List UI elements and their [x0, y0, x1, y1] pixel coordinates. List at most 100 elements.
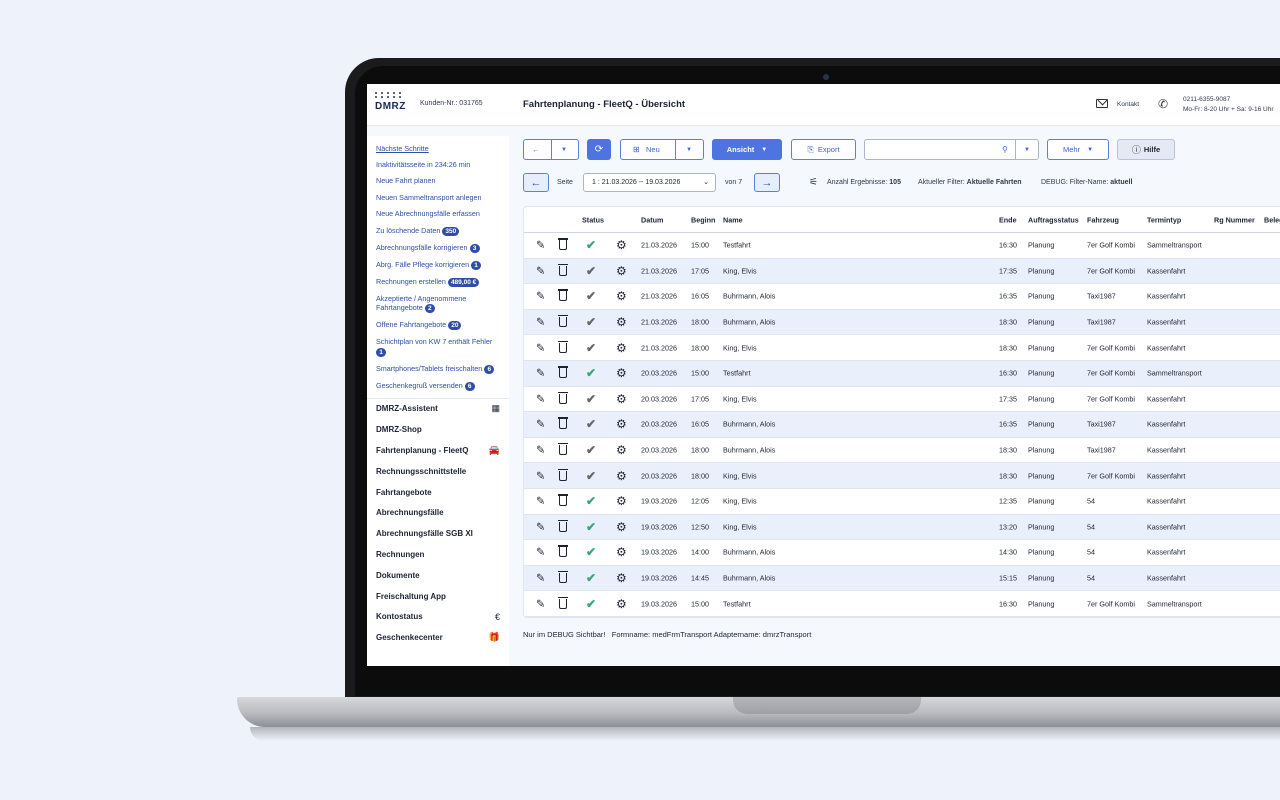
table-row[interactable]: ✎ ✔ ⚙ 20.03.2026 16:05 Buhrmann, Alois 16:35 Pl… [524, 412, 1280, 438]
settings-icon[interactable]: ⚙ [616, 545, 627, 559]
settings-icon[interactable]: ⚙ [616, 341, 627, 355]
delete-icon[interactable] [558, 315, 568, 328]
sidebar-item-rechnungen[interactable]: Rechnungen [376, 544, 500, 565]
edit-icon[interactable]: ✎ [536, 418, 545, 431]
chevron-down-icon[interactable]: ▼ [561, 147, 567, 153]
more-dropdown-button[interactable]: Mehr ▼ [1047, 139, 1109, 160]
table-row[interactable]: ✎ ✔ ⚙ 19.03.2026 15:00 Testfahrt 16:30 Planung 7… [524, 591, 1280, 617]
help-button[interactable]: ⓘ Hilfe [1117, 139, 1175, 160]
sidebar-item-freischaltung-app[interactable]: Freischaltung App [376, 586, 500, 607]
col-status[interactable]: Status [582, 215, 604, 224]
new-button-label[interactable]: Neu [646, 145, 660, 154]
table-row[interactable]: ✎ ✔ ⚙ 19.03.2026 14:45 Buhrmann, Alois 15:15 Pl… [524, 565, 1280, 592]
delete-icon[interactable] [558, 596, 568, 609]
search-box[interactable]: ⚲ ▼ [864, 139, 1039, 160]
next-step-link[interactable]: Zu löschende Daten 350 [376, 226, 500, 236]
contact-link[interactable]: Kontakt [1117, 101, 1139, 108]
delete-icon[interactable] [558, 289, 568, 302]
delete-icon[interactable] [558, 443, 568, 456]
sidebar-item-kontostatus[interactable]: Kontostatus € [376, 606, 500, 627]
sidebar-item-abrechnungsfälle-sgb-xi[interactable]: Abrechnungsfälle SGB XI [376, 523, 500, 544]
chevron-down-icon[interactable]: ▼ [686, 147, 692, 153]
settings-icon[interactable]: ⚙ [616, 392, 627, 406]
col-auftragsstatus[interactable]: Auftragsstatus [1028, 215, 1079, 224]
search-icon[interactable]: ⚲ [1002, 145, 1008, 154]
delete-icon[interactable] [558, 417, 568, 430]
next-page-button[interactable]: → [754, 173, 780, 192]
edit-icon[interactable]: ✎ [536, 239, 545, 252]
dmrz-logo[interactable]: DMRZ [375, 90, 409, 120]
search-input[interactable] [869, 143, 1009, 156]
edit-icon[interactable]: ✎ [536, 290, 545, 303]
next-step-link[interactable]: Neue Fahrt planen [376, 176, 500, 186]
col-rg-nummer[interactable]: Rg Nummer [1214, 215, 1255, 224]
table-row[interactable]: ✎ ✔ ⚙ 21.03.2026 17:05 King, Elvis 17:35 Planun… [524, 258, 1280, 285]
col-beginn[interactable]: Beginn [691, 215, 715, 224]
table-row[interactable]: ✎ ✔ ⚙ 21.03.2026 16:05 Buhrmann, Alois 16:35 Pl… [524, 284, 1280, 310]
edit-icon[interactable]: ✎ [536, 264, 545, 277]
next-step-link[interactable]: Akzeptierte / Angenommene Fahrtangebote … [376, 294, 500, 313]
col-termintyp[interactable]: Termintyp [1147, 215, 1181, 224]
table-row[interactable]: ✎ ✔ ⚙ 20.03.2026 17:05 King, Elvis 17:35 Planun… [524, 387, 1280, 413]
table-row[interactable]: ✎ ✔ ⚙ 21.03.2026 18:00 Buhrmann, Alois 18:30 Pl… [524, 309, 1280, 336]
col-name[interactable]: Name [723, 215, 743, 224]
sidebar-item-dmrz-shop[interactable]: DMRZ-Shop [376, 419, 500, 440]
delete-icon[interactable] [558, 340, 568, 353]
settings-icon[interactable]: ⚙ [616, 597, 627, 611]
table-row[interactable]: ✎ ✔ ⚙ 21.03.2026 18:00 King, Elvis 18:30 Planun… [524, 335, 1280, 361]
delete-icon[interactable] [558, 468, 568, 481]
table-row[interactable]: ✎ ✔ ⚙ 20.03.2026 18:00 King, Elvis 18:30 Planun… [524, 463, 1280, 489]
settings-icon[interactable]: ⚙ [616, 443, 627, 457]
settings-icon[interactable]: ⚙ [616, 264, 627, 278]
sidebar-item-dokumente[interactable]: Dokumente [376, 565, 500, 586]
view-dropdown-button[interactable]: Ansicht ▼ [712, 139, 782, 160]
settings-icon[interactable]: ⚙ [616, 315, 627, 329]
next-step-link[interactable]: Smartphones/Tablets freischalten 6 [376, 364, 500, 374]
delete-icon[interactable] [558, 494, 568, 507]
edit-icon[interactable]: ✎ [536, 520, 545, 533]
next-step-link[interactable]: Abrechnungsfälle korrigieren 3 [376, 243, 500, 253]
sidebar-item-dmrz-assistent[interactable]: DMRZ-Assistent ▦ [376, 399, 500, 420]
settings-icon[interactable]: ⚙ [616, 520, 627, 534]
edit-icon[interactable]: ✎ [536, 341, 545, 354]
next-step-link[interactable]: Rechnungen erstellen 489,00 € [376, 277, 500, 287]
page-select[interactable]: 1 : 21.03.2026 -- 19.03.2026 ⌄ [583, 173, 716, 192]
sidebar-item-fahrtangebote[interactable]: Fahrtangebote [376, 482, 500, 503]
table-row[interactable]: ✎ ✔ ⚙ 20.03.2026 15:00 Testfahrt 16:30 Planung 7… [524, 360, 1280, 387]
edit-icon[interactable]: ✎ [536, 316, 545, 329]
settings-icon[interactable]: ⚙ [616, 494, 627, 508]
col-datum[interactable]: Datum [641, 215, 663, 224]
delete-icon[interactable] [558, 545, 568, 558]
table-row[interactable]: ✎ ✔ ⚙ 20.03.2026 18:00 Buhrmann, Alois 18:30 Pl… [524, 438, 1280, 464]
next-step-link[interactable]: Schichtplan von KW 7 enthält Fehler 1 [376, 337, 500, 357]
col-ende[interactable]: Ende [999, 215, 1017, 224]
delete-icon[interactable] [558, 366, 568, 379]
settings-icon[interactable]: ⚙ [616, 417, 627, 431]
filter-settings-icon[interactable]: ⚟ [809, 173, 818, 192]
next-step-link[interactable]: Geschenkegruß versenden 6 [376, 381, 500, 391]
next-steps-title[interactable]: Nächste Schritte [376, 144, 500, 154]
next-step-link[interactable]: Inaktivitätsseite in 234:26 min [376, 160, 500, 170]
arrow-left-icon[interactable]: ← [532, 145, 540, 154]
col-beleg[interactable]: Beleg [1264, 215, 1280, 224]
edit-icon[interactable]: ✎ [536, 469, 545, 482]
export-button[interactable]: ⎘ Export [791, 139, 856, 160]
edit-icon[interactable]: ✎ [536, 444, 545, 457]
edit-icon[interactable]: ✎ [536, 367, 545, 380]
settings-icon[interactable]: ⚙ [616, 238, 627, 252]
edit-icon[interactable]: ✎ [536, 392, 545, 405]
new-split-button[interactable]: ⊞ Neu ▼ [620, 139, 704, 160]
table-row[interactable]: ✎ ✔ ⚙ 19.03.2026 14:00 Buhrmann, Alois 14:30 Pl… [524, 540, 1280, 566]
settings-icon[interactable]: ⚙ [616, 366, 627, 380]
edit-icon[interactable]: ✎ [536, 546, 545, 559]
delete-icon[interactable] [558, 571, 568, 584]
edit-icon[interactable]: ✎ [536, 572, 545, 585]
delete-icon[interactable] [558, 519, 568, 532]
delete-icon[interactable] [558, 238, 568, 251]
sidebar-item-geschenkecenter[interactable]: Geschenkecenter 🎁 [376, 627, 500, 648]
sidebar-item-fahrtenplanung-fleetq[interactable]: Fahrtenplanung - FleetQ 🚘 [376, 440, 500, 461]
back-split-button[interactable]: ← ▼ [523, 139, 579, 160]
chevron-down-icon[interactable]: ▼ [1024, 147, 1030, 153]
edit-icon[interactable]: ✎ [536, 495, 545, 508]
settings-icon[interactable]: ⚙ [616, 571, 627, 585]
